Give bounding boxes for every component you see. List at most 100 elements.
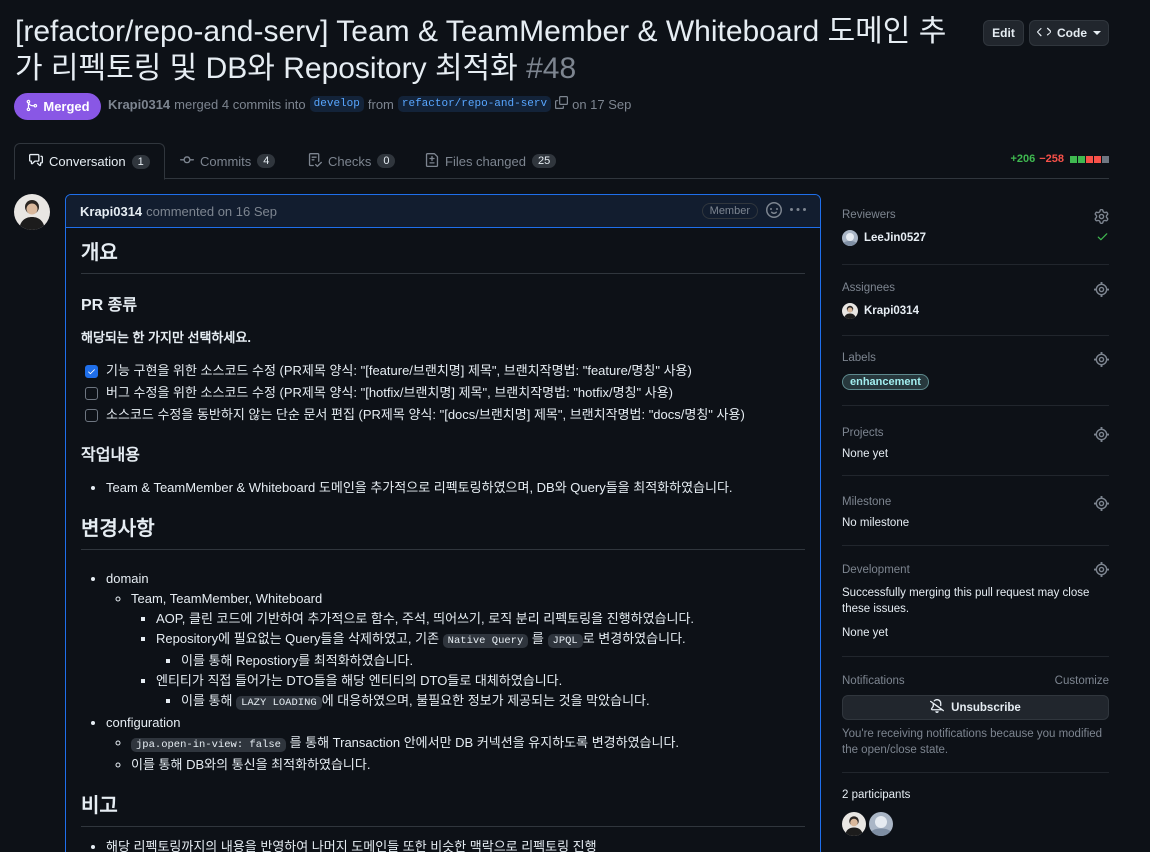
checklist-label: 기능 구현을 위한 소스코드 수정 (PR제목 양식: "[feature/브랜…	[106, 363, 692, 378]
heading-overview: 개요	[81, 241, 805, 274]
development-value: None yet	[842, 627, 889, 639]
participant-avatar[interactable]	[869, 812, 893, 836]
diff-block	[1102, 155, 1109, 163]
merge-summary: Krapi0314 merged 4 commits into develop …	[108, 96, 631, 112]
author-avatar[interactable]	[14, 194, 50, 230]
tab-files-changed-label: Files changed	[445, 153, 526, 169]
merged-status-badge: Merged	[14, 93, 101, 120]
gear-icon[interactable]	[1094, 427, 1109, 447]
comment-header: Krapi0314 commented on 16 Sep Member	[66, 195, 820, 228]
code-button-label: Code	[1057, 26, 1087, 40]
gear-icon[interactable]	[1094, 352, 1109, 372]
milestone-section: Milestone No milestone	[842, 476, 1109, 546]
kebab-horizontal-icon[interactable]	[790, 202, 806, 221]
checkbox-unchecked[interactable]	[85, 386, 98, 400]
tab-conversation[interactable]: Conversation 1	[14, 143, 165, 180]
assignee-name: Krapi0314	[864, 305, 919, 317]
bell-slash-icon	[930, 698, 945, 716]
list-item: 이를 통해 LAZY LOADING에 대응하였으며, 불필요한 정보가 제공되…	[181, 691, 805, 713]
pr-type-checklist: 기능 구현을 위한 소스코드 수정 (PR제목 양식: "[feature/브랜…	[81, 360, 805, 426]
check-icon	[1096, 230, 1109, 246]
list-item-text: 에 대응하였으며, 불필요한 정보가 제공되는 것을 막았습니다.	[321, 693, 650, 708]
edit-button[interactable]: Edit	[983, 20, 1024, 46]
tab-commits-count: 4	[257, 154, 276, 168]
comment-action[interactable]: commented on 16 Sep	[146, 204, 277, 219]
nested-list: AOP, 클린 코드에 기반하여 추가적으로 함수, 주석, 띄어쓰기, 로직 …	[156, 609, 805, 713]
heading-note: 비고	[81, 794, 805, 827]
unsubscribe-button[interactable]: Unsubscribe	[842, 695, 1109, 720]
checklist-item: 소스코드 수정을 동반하지 않는 단순 문서 편집 (PR제목 양식: "[do…	[85, 404, 805, 426]
labels-title: Labels	[842, 352, 876, 364]
checkbox-unchecked[interactable]	[85, 408, 98, 422]
participant-avatar[interactable]	[842, 812, 866, 836]
diff-block	[1094, 155, 1101, 163]
pr-tabs: Conversation 1 Commits 4 Checks 0 Files …	[14, 143, 1109, 180]
tab-conversation-label: Conversation	[49, 154, 126, 169]
checklist-label: 소스코드 수정을 동반하지 않는 단순 문서 편집 (PR제목 양식: "[do…	[106, 407, 745, 422]
author-link[interactable]: Krapi0314	[108, 97, 170, 112]
tab-conversation-count: 1	[131, 154, 150, 169]
list-item-text: domain	[106, 571, 149, 586]
heading-changes: 변경사항	[81, 517, 805, 550]
file-diff-icon	[425, 152, 439, 170]
participants-list	[842, 812, 1109, 836]
list-item: 이를 통해 Repostiory를 최적화하였습니다.	[181, 651, 805, 671]
assignees-title: Assignees	[842, 282, 896, 294]
list-item-text: 를	[531, 631, 544, 646]
list-item-text: 를 통해 Transaction 안에서만 DB 커넥션을 유지하도록 변경하였…	[289, 735, 680, 750]
diff-block	[1086, 155, 1093, 163]
projects-value: None yet	[842, 448, 889, 460]
tab-checks[interactable]: Checks 0	[308, 143, 396, 179]
code-button[interactable]: Code	[1029, 20, 1109, 46]
reviewer-name: LeeJin0527	[864, 232, 927, 244]
gear-icon[interactable]	[1094, 282, 1109, 302]
checklist-label: 버그 수정을 위한 소스코드 수정 (PR제목 양식: "[hotfix/브랜치…	[106, 385, 674, 400]
list-item: AOP, 클린 코드에 기반하여 추가적으로 함수, 주석, 띄어쓰기, 로직 …	[156, 609, 805, 629]
smiley-icon[interactable]	[766, 201, 782, 221]
git-commit-icon	[180, 153, 194, 170]
tab-files-changed[interactable]: Files changed 25	[425, 143, 557, 179]
list-item-text: 이를 통해	[181, 693, 233, 708]
comment-body: 개요 PR 종류 해당되는 한 가지만 선택하세요. 기능 구현을 위한 소스코…	[66, 228, 820, 852]
reviewer-avatar	[842, 230, 858, 246]
merged-text: merged 4 commits into	[174, 96, 306, 112]
head-branch[interactable]: refactor/repo-and-serv	[397, 96, 552, 112]
nested-list: jpa.open-in-view: false 를 통해 Transaction…	[131, 733, 805, 775]
checklist-icon	[308, 152, 323, 170]
gear-icon[interactable]	[1094, 209, 1109, 229]
list-item-text: Team, TeamMember, Whiteboard	[131, 591, 323, 606]
milestone-title: Milestone	[842, 496, 892, 508]
development-section: Development Successfully merging this pu…	[842, 546, 1109, 657]
customize-link[interactable]: Customize	[1055, 675, 1109, 687]
milestone-value: No milestone	[842, 517, 910, 529]
reviewer-row[interactable]: LeeJin0527	[842, 230, 1109, 246]
list-item-text: Repository에 필요없는 Query들을 삭제하였고, 기존	[156, 631, 440, 646]
work-list: Team & TeamMember & Whiteboard 도메인을 추가적으…	[106, 478, 805, 498]
list-item-text: configuration	[106, 715, 181, 730]
label-enhancement[interactable]: enhancement	[842, 374, 929, 390]
diff-stat: +206 −258	[1010, 153, 1109, 165]
checkbox-checked[interactable]	[85, 364, 98, 378]
assignee-row[interactable]: Krapi0314	[842, 303, 1109, 319]
nested-list: Team, TeamMember, Whiteboard AOP, 클린 코드에…	[131, 589, 805, 713]
projects-section: Projects None yet	[842, 406, 1109, 476]
tab-commits[interactable]: Commits 4	[180, 143, 276, 179]
list-item: 해당 리펙토링까지의 내용을 반영하여 나머지 도메인들 또한 비슷한 맥락으로…	[106, 837, 805, 852]
pr-title: [refactor/repo-and-serv] Team & TeamMemb…	[15, 13, 970, 87]
notifications-section: Notifications Customize Unsubscribe You'…	[842, 657, 1109, 773]
inline-code: jpa.open-in-view: false	[131, 738, 286, 752]
projects-title: Projects	[842, 427, 884, 439]
diff-block	[1070, 155, 1077, 163]
assignees-section: Assignees Krapi0314	[842, 265, 1109, 336]
comment-author[interactable]: Krapi0314	[80, 204, 142, 219]
tab-checks-count: 0	[377, 154, 396, 168]
diff-block	[1078, 155, 1085, 163]
gear-icon[interactable]	[1094, 496, 1109, 516]
comment-discussion-icon	[29, 153, 43, 170]
development-text: Successfully merging this pull request m…	[842, 587, 1090, 615]
deletions-count: −258	[1039, 153, 1064, 165]
copy-icon[interactable]	[555, 96, 569, 112]
base-branch[interactable]: develop	[309, 96, 364, 112]
inline-code: LAZY LOADING	[236, 696, 322, 710]
gear-icon[interactable]	[1094, 562, 1109, 582]
